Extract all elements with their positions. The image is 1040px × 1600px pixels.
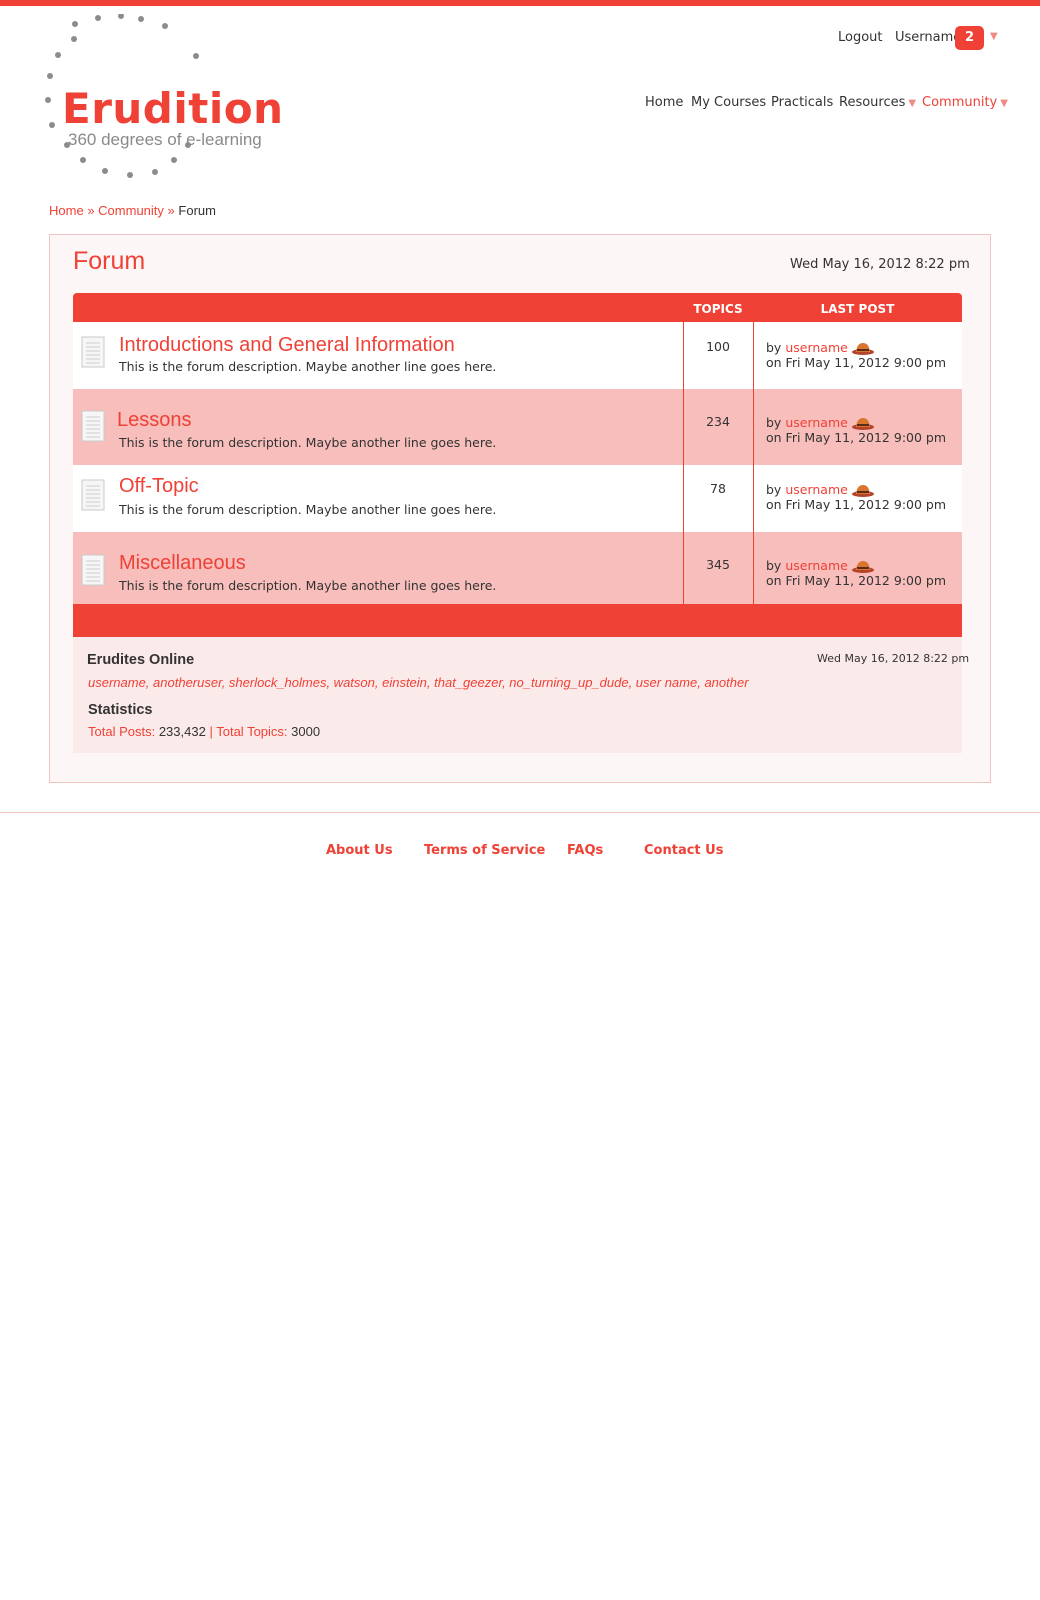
site-logo[interactable]: Erudition 360 degrees of e-learning: [44, 14, 284, 184]
last-post-date: on Fri May 11, 2012 9:00 pm: [766, 430, 947, 445]
hat-icon: [851, 343, 874, 355]
last-post-by: by: [766, 415, 782, 430]
column-divider: [683, 465, 684, 532]
notification-badge[interactable]: 2: [955, 26, 984, 50]
forum-row[interactable]: Off-Topic This is the forum description.…: [73, 465, 962, 532]
breadcrumb-separator: »: [167, 203, 175, 218]
total-topics-label: Total Topics:: [216, 724, 288, 739]
breadcrumb-home[interactable]: Home: [49, 203, 84, 218]
last-post-date: on Fri May 11, 2012 9:00 pm: [766, 497, 947, 512]
topic-count: 234: [706, 414, 730, 429]
last-post-author: by username: [766, 415, 875, 430]
caret-down-icon: ▼: [908, 98, 917, 109]
statistics-line: Total Posts: 233,432 | Total Topics: 300…: [88, 724, 320, 739]
topic-count: 345: [706, 557, 730, 572]
total-topics-value: 3000: [291, 724, 321, 739]
column-divider: [753, 532, 754, 604]
total-posts-label: Total Posts:: [88, 724, 156, 739]
hat-icon: [851, 561, 874, 573]
caret-down-icon[interactable]: ▼: [990, 31, 998, 42]
document-icon: [81, 554, 105, 586]
last-post-author: by username: [766, 340, 875, 355]
statistics-heading: Statistics: [88, 702, 153, 718]
last-post-by: by: [766, 482, 782, 497]
caret-down-icon: ▼: [1000, 98, 1008, 109]
top-accent-bar: [0, 0, 1040, 6]
column-divider: [753, 389, 754, 465]
logo-tagline: 360 degrees of e-learning: [68, 130, 262, 149]
logout-link[interactable]: Logout: [838, 30, 883, 45]
column-last-post: LAST POST: [820, 302, 895, 316]
logo-wordmark: Erudition: [62, 84, 284, 133]
nav-resources[interactable]: Resources ▼: [839, 95, 916, 110]
page-title: Forum: [73, 247, 146, 275]
topic-count: 100: [706, 339, 730, 354]
page-date: Wed May 16, 2012 8:22 pm: [790, 257, 970, 272]
last-post-username[interactable]: username: [785, 415, 848, 430]
last-post-date: on Fri May 11, 2012 9:00 pm: [766, 355, 947, 370]
forum-title[interactable]: Off-Topic: [119, 475, 199, 498]
forum-description: This is the forum description. Maybe ano…: [119, 578, 497, 593]
topic-count: 78: [710, 481, 726, 496]
last-post-author: by username: [766, 558, 875, 573]
last-post-username[interactable]: username: [785, 340, 848, 355]
last-post-date: on Fri May 11, 2012 9:00 pm: [766, 573, 947, 588]
stats-separator: |: [209, 724, 213, 739]
forum-title[interactable]: Lessons: [117, 409, 192, 432]
forum-row[interactable]: Miscellaneous This is the forum descript…: [73, 532, 962, 604]
nav-community-label: Community: [922, 95, 998, 110]
footer-faqs-link[interactable]: FAQs: [567, 843, 603, 858]
column-topics: TOPICS: [693, 302, 743, 316]
footer-divider: [0, 812, 1040, 813]
forum-table-footer: [73, 604, 962, 637]
forum-row[interactable]: Lessons This is the forum description. M…: [73, 389, 962, 465]
column-divider: [683, 322, 684, 389]
breadcrumb: Home » Community » Forum: [49, 203, 216, 218]
document-icon: [81, 479, 105, 511]
last-post-by: by: [766, 558, 782, 573]
forum-table-header: TOPICS LAST POST: [73, 293, 962, 322]
breadcrumb-separator: »: [87, 203, 95, 218]
nav-home[interactable]: Home: [645, 95, 683, 110]
nav-practicals[interactable]: Practicals: [771, 95, 833, 110]
forum-description: This is the forum description. Maybe ano…: [119, 359, 497, 374]
forum-title[interactable]: Miscellaneous: [119, 552, 246, 575]
document-icon: [81, 410, 105, 442]
column-divider: [753, 322, 754, 389]
column-divider: [753, 465, 754, 532]
last-post-username[interactable]: username: [785, 482, 848, 497]
online-date: Wed May 16, 2012 8:22 pm: [817, 652, 970, 665]
last-post-by: by: [766, 340, 782, 355]
footer-contact-link[interactable]: Contact Us: [644, 843, 723, 858]
username-menu[interactable]: Username: [895, 30, 961, 45]
forum-title[interactable]: Introductions and General Information: [119, 334, 455, 357]
breadcrumb-community[interactable]: Community: [98, 203, 164, 218]
hat-icon: [851, 418, 874, 430]
online-users-list[interactable]: username, anotheruser, sherlock_holmes, …: [88, 675, 749, 690]
footer-about-link[interactable]: About Us: [326, 843, 393, 858]
footer-terms-link[interactable]: Terms of Service: [424, 843, 545, 858]
document-icon: [81, 336, 105, 368]
forum-description: This is the forum description. Maybe ano…: [119, 502, 497, 517]
nav-my-courses[interactable]: My Courses: [691, 95, 766, 110]
last-post-author: by username: [766, 482, 875, 497]
forum-description: This is the forum description. Maybe ano…: [119, 435, 497, 450]
online-heading: Erudites Online: [87, 652, 195, 668]
nav-resources-label: Resources: [839, 95, 906, 110]
total-posts-value: 233,432: [158, 724, 206, 739]
forum-row[interactable]: Introductions and General Information Th…: [73, 322, 962, 389]
forum-info-box: Erudites Online Wed May 16, 2012 8:22 pm…: [73, 637, 969, 753]
hat-icon: [851, 485, 874, 497]
nav-community[interactable]: Community ▼: [922, 95, 1008, 110]
last-post-username[interactable]: username: [785, 558, 848, 573]
breadcrumb-current: Forum: [178, 203, 216, 218]
